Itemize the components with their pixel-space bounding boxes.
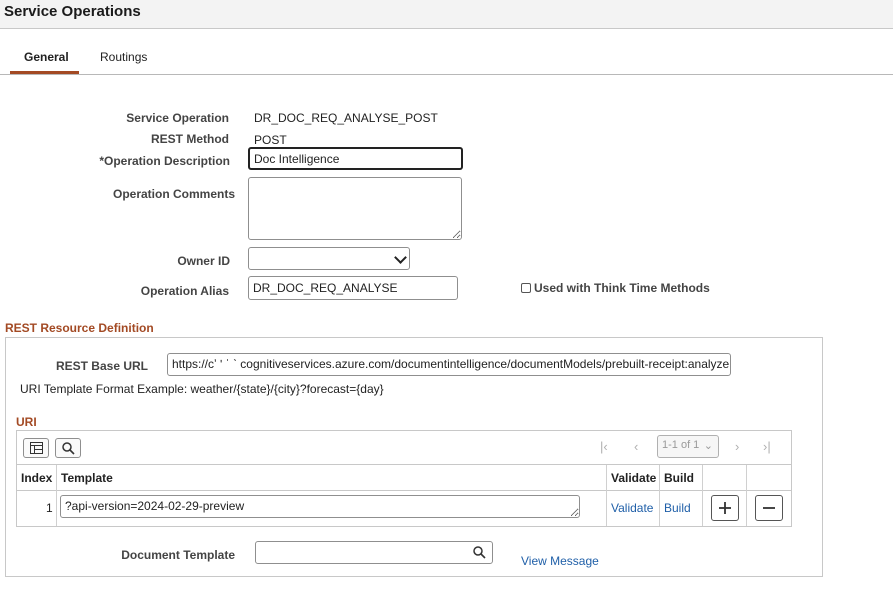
uri-template-example: URI Template Format Example: weather/{st… [20,382,384,396]
col-divider [606,465,607,526]
chevron-down-icon [394,251,407,264]
col-divider [746,465,747,526]
pager-select[interactable]: 1-1 of 1 ⌄ [657,435,719,458]
document-template-label: Document Template [121,548,235,562]
operation-description-input[interactable] [248,147,463,170]
document-template-input[interactable] [255,541,493,564]
last-page-icon[interactable]: ›| [763,439,771,454]
plus-icon [719,502,731,514]
row-index: 1 [46,501,53,515]
build-link[interactable]: Build [664,501,691,515]
rest-method-label: REST Method [151,132,229,146]
service-operation-value: DR_DOC_REQ_ANALYSE_POST [254,111,438,125]
view-message-link[interactable]: View Message [521,554,599,568]
grid-toolbar-divider [16,464,792,465]
tabs-divider [0,74,893,75]
column-header-index: Index [21,471,53,485]
row-template-input[interactable]: ?api-version=2024-02-29-preview [60,495,580,518]
rest-base-url-label: REST Base URL [55,359,148,373]
think-time-checkbox[interactable] [521,283,531,293]
col-divider [702,465,703,526]
pager-text: 1-1 of 1 [662,439,700,451]
operation-description-label: *Operation Description [99,154,230,168]
uri-section-title: URI [16,415,37,429]
service-operation-label: Service Operation [126,111,229,125]
remove-row-button[interactable] [755,495,783,521]
grid-view-button[interactable] [23,438,49,458]
rest-resource-section-title: REST Resource Definition [5,321,154,335]
operation-alias-input[interactable] [248,276,458,300]
owner-id-label: Owner ID [177,254,230,268]
first-page-icon[interactable]: |‹ [600,439,608,454]
operation-alias-label: Operation Alias [140,284,229,298]
think-time-label: Used with Think Time Methods [534,281,710,295]
column-header-template: Template [61,471,113,485]
grid-view-icon [30,442,43,454]
operation-comments-textarea[interactable] [248,177,462,240]
add-row-button[interactable] [711,495,739,521]
operation-comments-label: Operation Comments [112,187,235,201]
tab-general[interactable]: General [24,50,69,64]
prev-page-icon[interactable]: ‹ [634,439,638,454]
search-icon[interactable] [473,546,486,559]
column-header-build: Build [664,471,694,485]
column-header-validate: Validate [611,471,657,485]
pager-chevron-icon: ⌄ [703,440,713,452]
tab-routings[interactable]: Routings [100,50,147,64]
rest-base-url-value: https://cʼ ʹ ˈ ˋ cognitiveservices.azure… [172,357,730,371]
rest-base-url-input[interactable]: https://cʼ ʹ ˈ ˋ cognitiveservices.azure… [167,353,731,376]
rest-method-value: POST [254,133,287,147]
next-page-icon[interactable]: › [735,439,739,454]
grid-search-button[interactable] [55,438,81,458]
col-divider [659,465,660,526]
minus-icon [763,507,775,509]
grid-header-divider [16,490,792,491]
search-icon [62,442,75,455]
col-divider [56,465,57,526]
owner-id-select[interactable] [248,247,410,270]
page-title: Service Operations [4,3,141,20]
validate-link[interactable]: Validate [611,501,653,515]
